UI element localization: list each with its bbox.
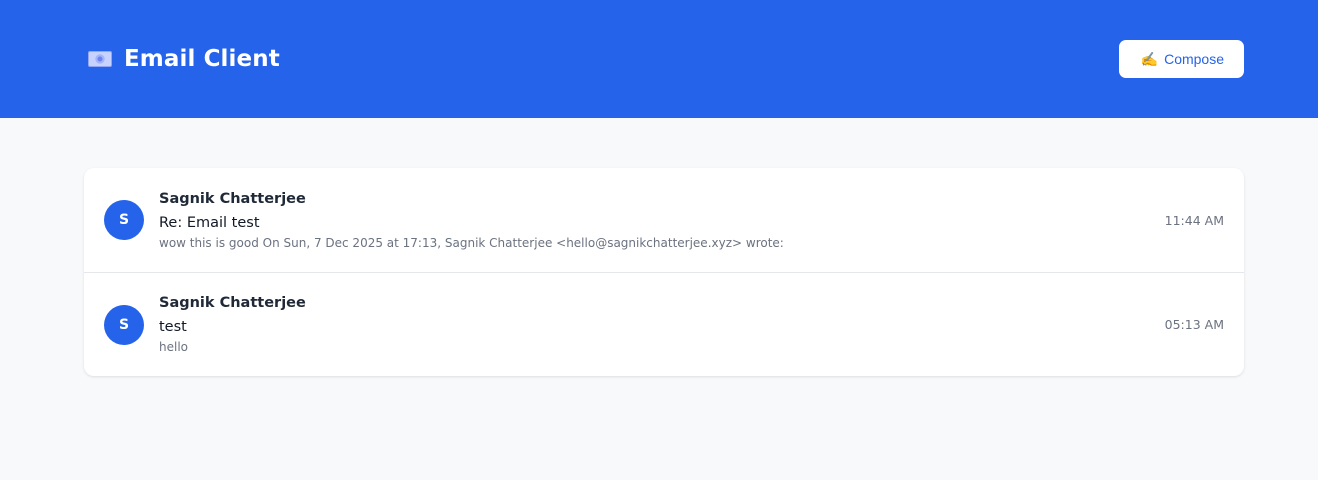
email-sender: Sagnik Chatterjee <box>159 295 306 311</box>
avatar: S <box>104 200 144 240</box>
email-preview: wow this is good On Sun, 7 Dec 2025 at 1… <box>159 235 784 250</box>
email-preview: hello <box>159 340 188 354</box>
email-body: Sagnik Chatterjee test hello <box>159 295 1145 354</box>
email-row[interactable]: S Sagnik Chatterjee Re: Email test wow t… <box>84 168 1244 272</box>
email-subject: test <box>159 319 187 335</box>
email-body: Sagnik Chatterjee Re: Email test wow thi… <box>159 191 1145 250</box>
brand: Email Client <box>88 46 280 72</box>
avatar: S <box>104 304 144 345</box>
app-title: Email Client <box>124 46 280 72</box>
email-icon <box>88 51 112 67</box>
email-row[interactable]: S Sagnik Chatterjee test hello 05:13 AM <box>84 272 1244 376</box>
compose-label: Compose <box>1164 51 1224 67</box>
pen-icon: ✍️ <box>1140 50 1159 67</box>
email-sender: Sagnik Chatterjee <box>159 190 306 207</box>
compose-button[interactable]: ✍️ Compose <box>1118 40 1244 78</box>
email-time: 05:13 AM <box>1164 317 1224 332</box>
email-list: S Sagnik Chatterjee Re: Email test wow t… <box>84 168 1244 376</box>
email-time: 11:44 AM <box>1164 212 1224 228</box>
app-header: Email Client ✍️ Compose <box>0 0 1318 118</box>
main-content: S Sagnik Chatterjee Re: Email test wow t… <box>0 118 1318 376</box>
email-subject: Re: Email test <box>159 214 260 231</box>
